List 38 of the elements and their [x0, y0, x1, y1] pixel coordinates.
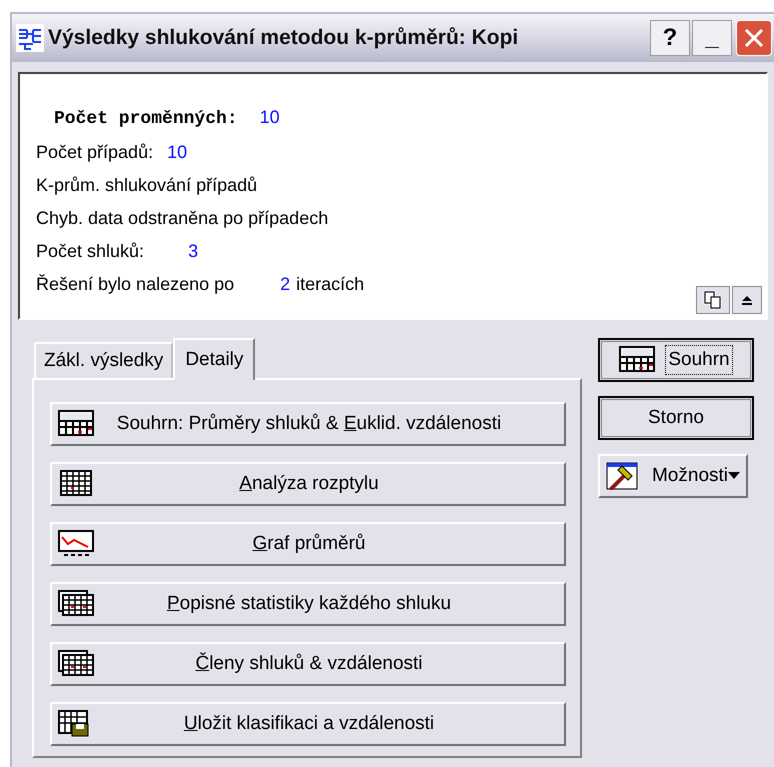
output-value: 2 — [280, 273, 290, 296]
tree-icon — [16, 24, 44, 52]
output-label: Počet případů: — [36, 141, 154, 164]
close-button[interactable] — [736, 20, 772, 56]
output-label: Řešení bylo nalezeno po — [36, 273, 234, 296]
action-button[interactable]: Souhrn: Průměry shluků & Euklid. vzdálenosti — [50, 402, 566, 446]
tab[interactable]: Zákl. výsledky — [34, 342, 174, 378]
collapse-button[interactable] — [732, 286, 762, 314]
summary-button[interactable]: Souhrn — [598, 338, 754, 382]
output-label: Chyb. data odstraněna po případech — [36, 207, 328, 230]
output-label: iteracích — [296, 273, 364, 296]
table-icon — [58, 410, 94, 438]
grid-icon — [58, 470, 94, 498]
line-chart-icon — [58, 530, 94, 558]
tables-icon — [58, 590, 94, 618]
output-value: 10 — [167, 141, 188, 164]
copy-icon — [704, 291, 722, 309]
output-label: Počet shluků: — [36, 240, 144, 263]
action-button[interactable]: Popisné statistiky každého shluku — [50, 582, 566, 626]
window-title: Výsledky shlukování metodou k-průměrů: Kopi — [48, 25, 520, 52]
tab[interactable]: Detaily — [173, 338, 256, 380]
copy-button[interactable] — [696, 286, 730, 314]
minimize-button[interactable]: _ — [692, 20, 732, 56]
action-button[interactable]: Členy shluků & vzdálenosti — [50, 642, 566, 686]
action-button[interactable]: Analýza rozptylu — [50, 462, 566, 506]
help-button[interactable]: ? — [650, 20, 690, 56]
close-icon — [743, 27, 765, 49]
output-label: K-prům. shlukování případů — [36, 174, 258, 197]
output-value: 10 — [260, 106, 280, 129]
table-icon — [619, 346, 656, 374]
tables-icon — [58, 650, 94, 678]
output-label: Počet proměnných: — [54, 108, 238, 131]
action-button[interactable]: Uložit klasifikaci a vzdálenosti — [50, 702, 566, 746]
action-button[interactable]: Graf průměrů — [50, 522, 566, 566]
options-button[interactable]: Možnosti — [598, 454, 748, 498]
cancel-button[interactable]: Storno — [598, 396, 754, 440]
output-value: 3 — [188, 240, 198, 263]
collapse-icon — [741, 294, 753, 306]
